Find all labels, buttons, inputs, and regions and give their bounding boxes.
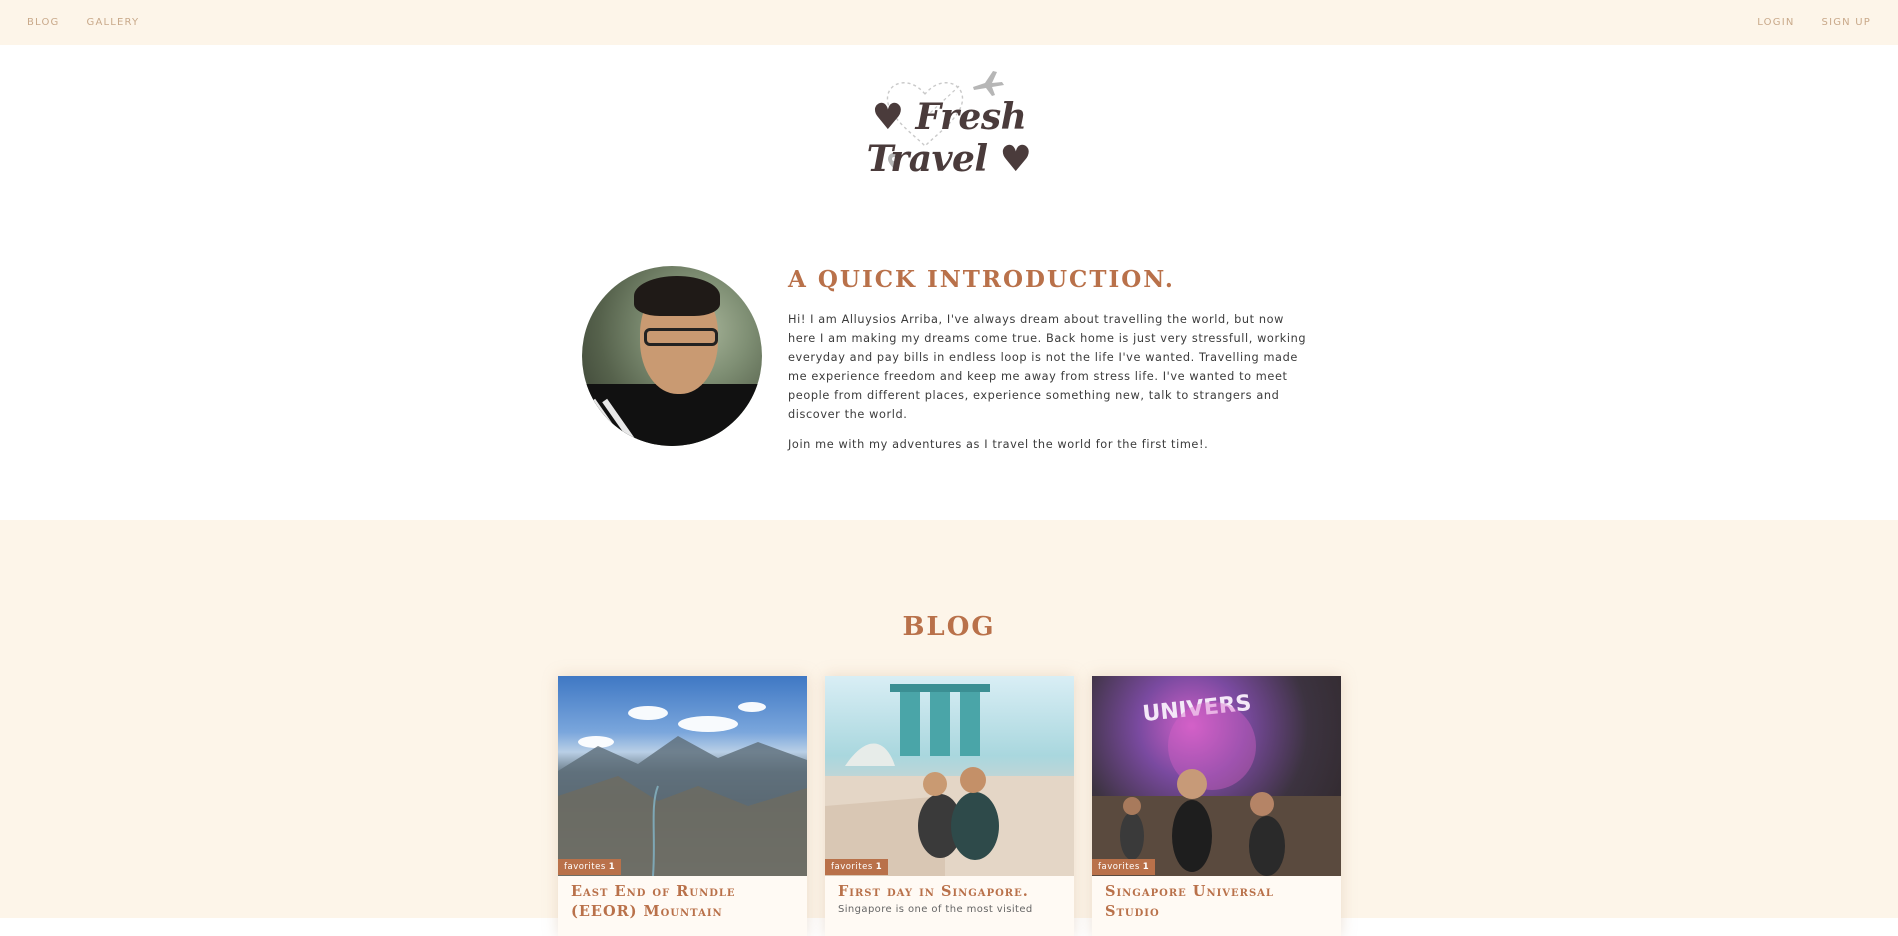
site-logo[interactable]: ♥ Fresh Travel ♥ — [809, 66, 1089, 180]
nav-link-blog[interactable]: BLOG — [27, 17, 60, 28]
blog-card-image — [558, 676, 807, 876]
logo-text: ♥ Fresh Travel ♥ — [866, 96, 1032, 180]
blog-title: BLOG — [902, 612, 996, 642]
avatar-glasses — [644, 328, 718, 346]
blog-card-image: UNIVERS — [1092, 676, 1341, 876]
intro-title: A QUICK INTRODUCTION. — [788, 266, 1175, 293]
favorites-badge: favorites 1 — [558, 859, 622, 875]
blog-card-image — [825, 676, 1074, 876]
logo-container: ♥ Fresh Travel ♥ — [0, 66, 1898, 180]
blog-card[interactable]: UNIVERS favorites 1 Singapore Universal S… — [1092, 676, 1341, 936]
favorites-label: favorites — [564, 862, 606, 872]
blog-card-title[interactable]: East End of Rundle (EEOR) Mountain — [571, 882, 796, 922]
airplane-icon — [973, 71, 1004, 96]
nav-link-signup[interactable]: SIGN UP — [1822, 17, 1871, 28]
avatar-hair — [634, 276, 720, 316]
favorites-count: 1 — [608, 862, 616, 872]
intro-text: A QUICK INTRODUCTION. Hi! I am Alluysios… — [788, 266, 1308, 454]
intro-paragraph-1: Hi! I am Alluysios Arriba, I've always d… — [788, 313, 1307, 421]
blog-card[interactable]: favorites 1 First day in Singapore. Singa… — [825, 676, 1074, 936]
top-navigation-bar: BLOG GALLERY LOGIN SIGN UP — [0, 0, 1898, 45]
blog-card-list: favorites 1 East End of Rundle (EEOR) Mou… — [558, 676, 1341, 936]
blog-card-excerpt: Singapore is one of the most visited — [838, 904, 1033, 915]
intro-paragraph-2: Join me with my adventures as I travel t… — [788, 438, 1209, 451]
blog-card[interactable]: favorites 1 East End of Rundle (EEOR) Mou… — [558, 676, 807, 936]
nav-left: BLOG GALLERY — [27, 17, 139, 28]
favorites-count: 1 — [1142, 862, 1150, 872]
favorites-label: favorites — [1098, 862, 1140, 872]
avatar — [582, 266, 762, 446]
favorites-badge: favorites 1 — [1092, 859, 1156, 875]
intro-section: A QUICK INTRODUCTION. Hi! I am Alluysios… — [582, 266, 1322, 466]
nav-right: LOGIN SIGN UP — [1757, 17, 1871, 28]
favorites-badge: favorites 1 — [825, 859, 889, 875]
nav-link-login[interactable]: LOGIN — [1757, 17, 1794, 28]
nav-link-gallery[interactable]: GALLERY — [87, 17, 140, 28]
blog-card-title[interactable]: Singapore Universal Studio — [1105, 882, 1330, 922]
blog-section: BLOG favorites 1 East End of Rundle (EEOR… — [0, 520, 1898, 936]
favorites-count: 1 — [875, 862, 883, 872]
favorites-label: favorites — [831, 862, 873, 872]
blog-card-title[interactable]: First day in Singapore. — [838, 882, 1063, 902]
